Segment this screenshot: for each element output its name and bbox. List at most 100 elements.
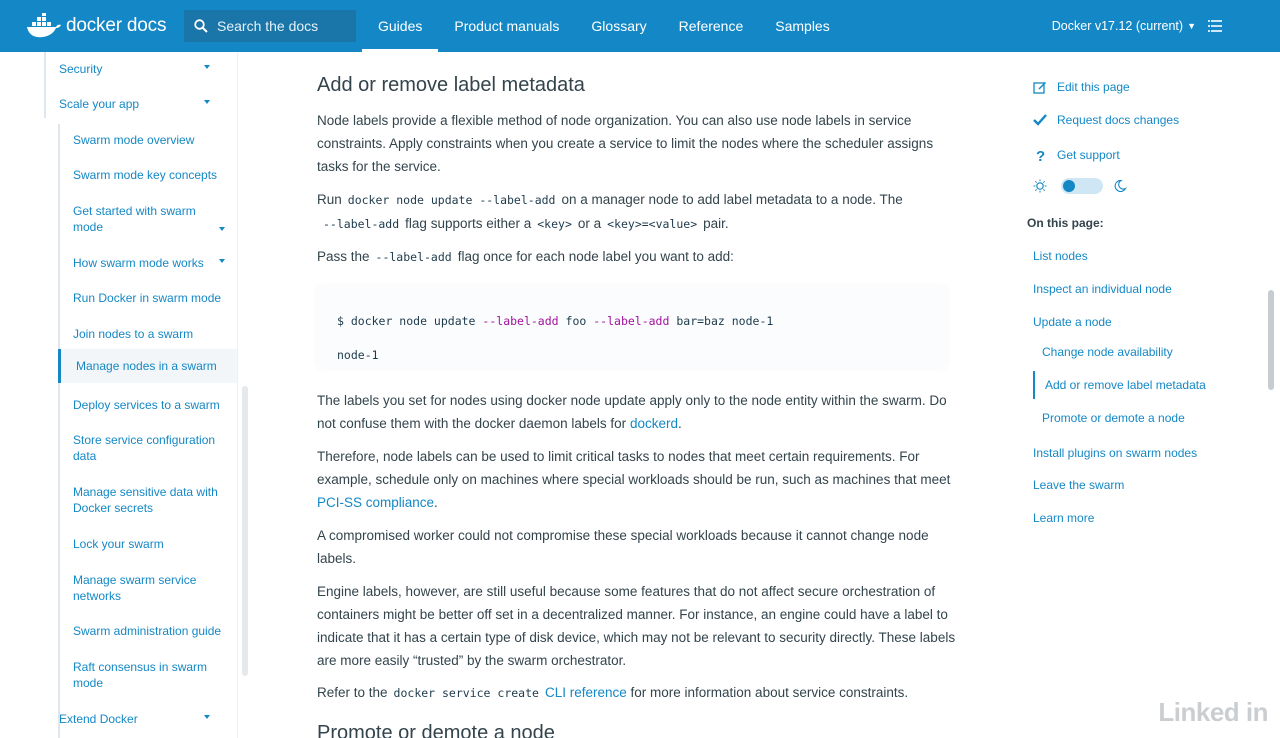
question-icon: ? — [1036, 148, 1045, 162]
inline-code: --label-add — [323, 217, 400, 231]
toc-add-remove-label[interactable]: Add or remove label metadata — [1045, 378, 1206, 392]
sidebar-item-get-started[interactable]: Get started with swarm mode — [73, 203, 225, 235]
text: Pass the — [317, 249, 370, 264]
inline-code: --label-add — [375, 250, 452, 264]
chevron-down-icon — [204, 65, 210, 69]
section-title: Add or remove label metadata — [317, 74, 585, 96]
sidebar-item-admin-guide[interactable]: Swarm administration guide — [73, 623, 225, 639]
inline-code: <key>=<value> — [607, 217, 698, 231]
sidebar-guide-line — [44, 52, 46, 118]
sidebar-item-deploy-services[interactable]: Deploy services to a swarm — [73, 397, 225, 413]
chevron-down-icon: ▼ — [1187, 21, 1196, 31]
sidebar-item-swarm-networks[interactable]: Manage swarm service networks — [73, 572, 225, 604]
nav-samples[interactable]: Samples — [759, 0, 845, 52]
sidebar-item-label: Get started with swarm mode — [73, 204, 196, 234]
sidebar-item-label: How swarm mode works — [73, 256, 204, 270]
paragraph: Pass the --label-add flag once for each no… — [317, 245, 957, 269]
inline-code: <key> — [537, 217, 572, 231]
request-changes-link[interactable]: Request docs changes — [1033, 113, 1179, 127]
theme-toggle[interactable] — [1061, 178, 1103, 194]
sidebar-item-raft-consensus[interactable]: Raft consensus in swarm mode — [73, 659, 225, 691]
check-icon — [1033, 114, 1047, 126]
toc-active-indicator — [1033, 371, 1035, 399]
text: . — [677, 416, 682, 431]
edit-page-link[interactable]: Edit this page — [1033, 80, 1130, 94]
code-flag: --label-add — [593, 314, 670, 328]
linkedin-watermark: Linked in — [1158, 697, 1268, 728]
version-selector[interactable]: Docker v17.12 (current) ▼ — [1052, 0, 1196, 52]
sidebar-item-store-config[interactable]: Store service configuration data — [73, 432, 225, 464]
moon-icon — [1114, 179, 1127, 193]
brand-name: docker docs — [66, 15, 167, 36]
toc-change-availability[interactable]: Change node availability — [1042, 345, 1173, 359]
toc-inspect-node[interactable]: Inspect an individual node — [1033, 282, 1172, 296]
sidebar-item-lock-swarm[interactable]: Lock your swarm — [73, 536, 225, 552]
toc-install-plugins[interactable]: Install plugins on swarm nodes — [1033, 446, 1197, 460]
code-flag: --label-add — [482, 314, 559, 328]
sidebar-item-security[interactable]: Security — [59, 61, 225, 77]
sidebar-item-run-docker-swarm[interactable]: Run Docker in swarm mode — [73, 290, 225, 306]
sidebar-item-swarm-mode-overview[interactable]: Swarm mode overview — [73, 132, 225, 148]
code-output: node-1 — [337, 348, 379, 362]
theme-toggle-row — [1033, 178, 1127, 194]
toc-update-node[interactable]: Update a node — [1033, 315, 1112, 329]
sidebar-item-scale-your-app[interactable]: Scale your app — [59, 96, 225, 112]
code-text: bar=baz node-1 — [676, 314, 774, 328]
sidebar-item-join-nodes[interactable]: Join nodes to a swarm — [73, 326, 225, 342]
search-input[interactable]: Search the docs — [184, 10, 356, 42]
text: Run — [317, 192, 342, 207]
request-changes-label: Request docs changes — [1057, 113, 1180, 127]
paragraph: Run docker node update --label-add on a ma… — [317, 188, 957, 236]
dockerd-link[interactable]: dockerd — [630, 416, 678, 431]
get-support-label: Get support — [1057, 148, 1120, 162]
chevron-down-icon — [219, 259, 225, 263]
text: . — [434, 495, 438, 510]
text: on a manager node to add label metadata … — [561, 192, 903, 207]
sidebar-item-label: Manage nodes in a swarm — [76, 359, 217, 373]
sidebar-item-swarm-mode-key-concepts[interactable]: Swarm mode key concepts — [73, 167, 225, 183]
paragraph: Engine labels, however, are still useful… — [317, 584, 956, 668]
paragraph: Refer to the docker service create CLI ref… — [317, 681, 957, 705]
toggle-knob — [1063, 180, 1075, 192]
chevron-down-icon — [204, 100, 210, 104]
text: pair. — [703, 216, 729, 231]
text: Refer to the — [317, 685, 388, 700]
text: flag supports either a — [405, 216, 532, 231]
inline-code: docker service create — [393, 686, 539, 700]
chevron-down-icon — [204, 715, 210, 719]
nav-glossary[interactable]: Glossary — [575, 0, 662, 52]
pci-compliance-link[interactable]: PCI-SS compliance — [317, 495, 434, 510]
sidebar-item-extend-docker[interactable]: Extend Docker — [59, 711, 225, 727]
toc-list-nodes[interactable]: List nodes — [1033, 249, 1088, 263]
svg-text:?: ? — [1036, 148, 1045, 162]
get-support-link[interactable]: ? Get support — [1033, 148, 1120, 162]
toc-promote-demote[interactable]: Promote or demote a node — [1042, 411, 1185, 425]
sidebar-guide-line — [58, 124, 60, 738]
menu-icon[interactable] — [1208, 20, 1222, 32]
top-navbar: docker docs Search the docs Guides Produ… — [0, 0, 1280, 52]
sidebar-item-docker-secrets[interactable]: Manage sensitive data with Docker secret… — [73, 484, 225, 516]
docker-logo[interactable]: docker docs — [26, 13, 176, 39]
toc-learn-more[interactable]: Learn more — [1033, 511, 1094, 525]
toc-leave-swarm[interactable]: Leave the swarm — [1033, 478, 1124, 492]
page-scrollbar[interactable] — [1268, 290, 1274, 390]
text: Therefore, node labels can be used to li… — [317, 449, 951, 487]
main-nav: Guides Product manuals Glossary Referenc… — [362, 0, 846, 52]
sidebar-item-label: Security — [59, 62, 103, 76]
sidebar-scrollbar[interactable] — [242, 386, 248, 676]
on-this-page-heading: On this page: — [1027, 216, 1104, 230]
cli-reference-link[interactable]: CLI reference — [545, 685, 627, 700]
edit-icon — [1033, 82, 1046, 94]
text: for more information about service const… — [630, 685, 909, 700]
search-placeholder: Search the docs — [217, 18, 319, 34]
text: or a — [577, 216, 602, 231]
nav-reference[interactable]: Reference — [663, 0, 760, 52]
sidebar-item-how-swarm-works[interactable]: How swarm mode works — [73, 255, 225, 271]
nav-guides[interactable]: Guides — [362, 0, 439, 52]
sidebar-item-manage-nodes[interactable]: Manage nodes in a swarm — [58, 349, 237, 383]
nav-product-manuals[interactable]: Product manuals — [438, 0, 575, 52]
docker-whale-icon — [27, 13, 61, 38]
paragraph: The labels you set for nodes using docke… — [317, 389, 957, 435]
chevron-down-icon — [219, 227, 225, 231]
next-section-title: Promote or demote a node — [317, 722, 555, 738]
